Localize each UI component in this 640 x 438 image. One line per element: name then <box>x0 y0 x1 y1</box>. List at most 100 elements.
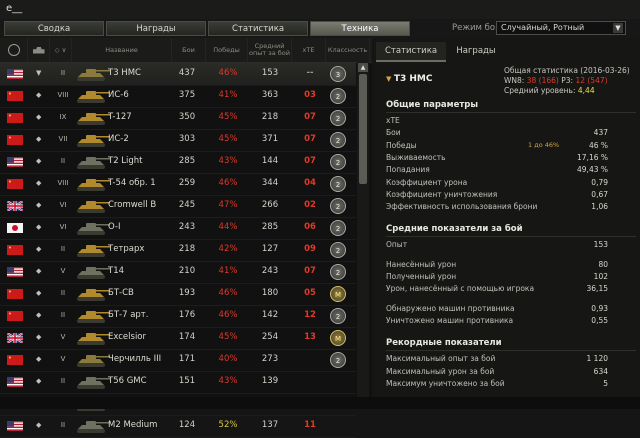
stat-value: 80 <box>598 259 608 269</box>
battle-mode-value: Случайный, Ротный <box>501 23 585 32</box>
tank-name: T-54 обр. 1 <box>108 178 156 188</box>
nation-flag-icon <box>7 267 23 277</box>
header-wins[interactable]: Победы <box>206 38 248 62</box>
table-row[interactable]: ▼ II T3 HMC 437 46% 153 -- 3 <box>0 63 356 86</box>
table-row[interactable]: ◆ II БТ-СВ 193 46% 180 05 M <box>0 283 356 306</box>
battles-value: 285 <box>178 156 196 166</box>
stat-value: 1 120 <box>586 354 608 364</box>
tank-image <box>74 131 112 149</box>
stat-value: 46 % <box>588 140 608 150</box>
table-header: ◇ ∨ Название Бои Победы Средний опыт за … <box>0 38 372 63</box>
table-scrollbar[interactable]: ▲ <box>357 62 369 409</box>
tank-image <box>74 417 112 435</box>
battles-value: 259 <box>178 178 196 188</box>
wins-value: 45% <box>218 112 238 122</box>
tank-class-icon: ▼ <box>36 69 42 77</box>
stat-value: 634 <box>593 366 608 376</box>
selected-tank-title: ▼ T3 HMC <box>386 74 432 84</box>
table-row[interactable]: ◆ II T56 GMC 151 43% 139 <box>0 371 356 394</box>
tab-summary[interactable]: Сводка <box>4 21 104 36</box>
avg-xp-value: 344 <box>261 178 279 188</box>
tank-class-icon: ◆ <box>36 113 42 121</box>
nation-flag-icon <box>7 113 23 123</box>
xte-value: 12 <box>304 310 316 320</box>
header-class[interactable]: Классность <box>326 38 370 62</box>
avg-level-value: 4,44 <box>577 86 595 95</box>
table-row[interactable]: ◆ II Тетрарх 218 42% 127 09 2 <box>0 239 356 262</box>
stat-row: Урон, нанесённый с помощью игрока 36,15 <box>386 284 608 296</box>
stat-label: Уничтожено машин противника <box>386 315 514 325</box>
wins-value: 52% <box>218 420 238 430</box>
table-row[interactable]: ◆ V Черчилль III 171 40% 273 2 <box>0 349 356 372</box>
table-row[interactable]: ◆ II M2 Medium 124 52% 137 11 <box>0 415 356 438</box>
stat-label: Нанесённый урон <box>386 259 457 269</box>
stat-label: Коэффициент урона <box>386 177 468 187</box>
header-battles[interactable]: Бои <box>172 38 206 62</box>
stat-label: Полученный урон <box>386 272 457 281</box>
avg-xp-value: 180 <box>261 288 279 298</box>
nation-flag-icon <box>7 289 23 299</box>
class-badge-icon: 2 <box>330 242 346 258</box>
wn8-value: 38 <box>526 76 537 85</box>
class-badge-icon: 2 <box>330 132 346 148</box>
table-row[interactable]: ◆ VI Cromwell B 245 47% 266 02 2 <box>0 195 356 218</box>
nation-flag-icon <box>7 135 23 145</box>
table-row[interactable]: ◆ II БТ-7 арт. 176 46% 142 12 2 <box>0 305 356 328</box>
header-avg-xp[interactable]: Средний опыт за бой <box>248 38 292 62</box>
table-row[interactable]: ◆ V T14 210 41% 243 07 2 <box>0 261 356 284</box>
table-row[interactable]: ◆ II T2 Light 285 43% 144 07 2 <box>0 151 356 174</box>
xte-value: 04 <box>304 178 316 188</box>
scroll-thumb[interactable] <box>359 74 367 184</box>
table-row[interactable]: ◆ VI O-I 243 44% 285 06 2 <box>0 217 356 240</box>
avg-level-line: Средний уровень: 4,44 <box>504 86 595 95</box>
tank-class-icon: ◆ <box>36 157 42 165</box>
battles-value: 193 <box>178 288 196 298</box>
window-titlebar: e__ <box>0 0 640 19</box>
tank-image <box>74 373 112 391</box>
tank-image <box>74 65 112 83</box>
table-row[interactable]: ◆ V Excelsior 174 45% 254 13 M <box>0 327 356 350</box>
xte-value: 07 <box>304 134 316 144</box>
tank-name: Excelsior <box>108 332 147 342</box>
nation-flag-icon <box>7 311 23 321</box>
stat-label: Максимальный опыт за бой <box>386 354 496 364</box>
class-badge-icon: 2 <box>330 264 346 280</box>
tank-class-icon: ◆ <box>36 333 42 341</box>
tank-name: T14 <box>108 266 125 276</box>
tab-awards[interactable]: Награды <box>106 21 206 36</box>
table-row[interactable]: ◆ VIII T-54 обр. 1 259 46% 344 04 2 <box>0 173 356 196</box>
header-tier-sort[interactable]: ◇ ∨ <box>50 38 72 62</box>
tank-class-icon: ◆ <box>36 355 42 363</box>
wn8-paren: (166) <box>538 76 559 85</box>
tab-vehicles[interactable]: Техника <box>310 21 410 36</box>
header-name[interactable]: Название <box>72 38 172 62</box>
header-nation-filter[interactable] <box>0 38 28 62</box>
header-xte[interactable]: xTE <box>292 38 326 62</box>
tank-image <box>74 197 112 215</box>
scroll-up-icon[interactable]: ▲ <box>358 63 368 72</box>
stat-row: Опыт 153 <box>386 240 608 252</box>
details-tab-awards[interactable]: Награды <box>446 42 506 60</box>
stat-row: Уничтожено машин противника 0,55 <box>386 316 608 328</box>
tank-image <box>74 109 112 127</box>
nation-flag-icon <box>7 179 23 189</box>
stat-value: 0,67 <box>591 189 608 199</box>
battle-mode-select[interactable]: Случайный, Ротный ▼ <box>496 21 626 35</box>
section-divider <box>386 236 636 238</box>
stat-value: 0,55 <box>591 315 608 325</box>
details-tab-statistics[interactable]: Статистика <box>376 42 446 62</box>
general-stats-title: Общая статистика (2016-03-26) <box>504 66 630 75</box>
tab-statistics[interactable]: Статистика <box>208 21 308 36</box>
class-badge-icon: 2 <box>330 176 346 192</box>
avg-xp-value: 153 <box>261 68 279 78</box>
table-row[interactable]: ◆ VIII ИС-6 375 41% 363 03 2 <box>0 85 356 108</box>
main-tabs: Сводка Награды Статистика Техника Режим … <box>0 19 640 38</box>
table-row[interactable]: ◆ VII ИС-2 303 45% 371 07 2 <box>0 129 356 152</box>
stat-row: Нанесённый урон 80 <box>386 260 608 272</box>
header-type-filter[interactable] <box>28 38 50 62</box>
section-divider <box>386 112 636 113</box>
stat-value: 153 <box>593 240 608 250</box>
table-row[interactable]: ◆ IX T-127 350 45% 218 07 2 <box>0 107 356 130</box>
tank-name: T-127 <box>108 112 132 122</box>
stat-row: Максимум уничтожено за бой 5 <box>386 379 608 391</box>
